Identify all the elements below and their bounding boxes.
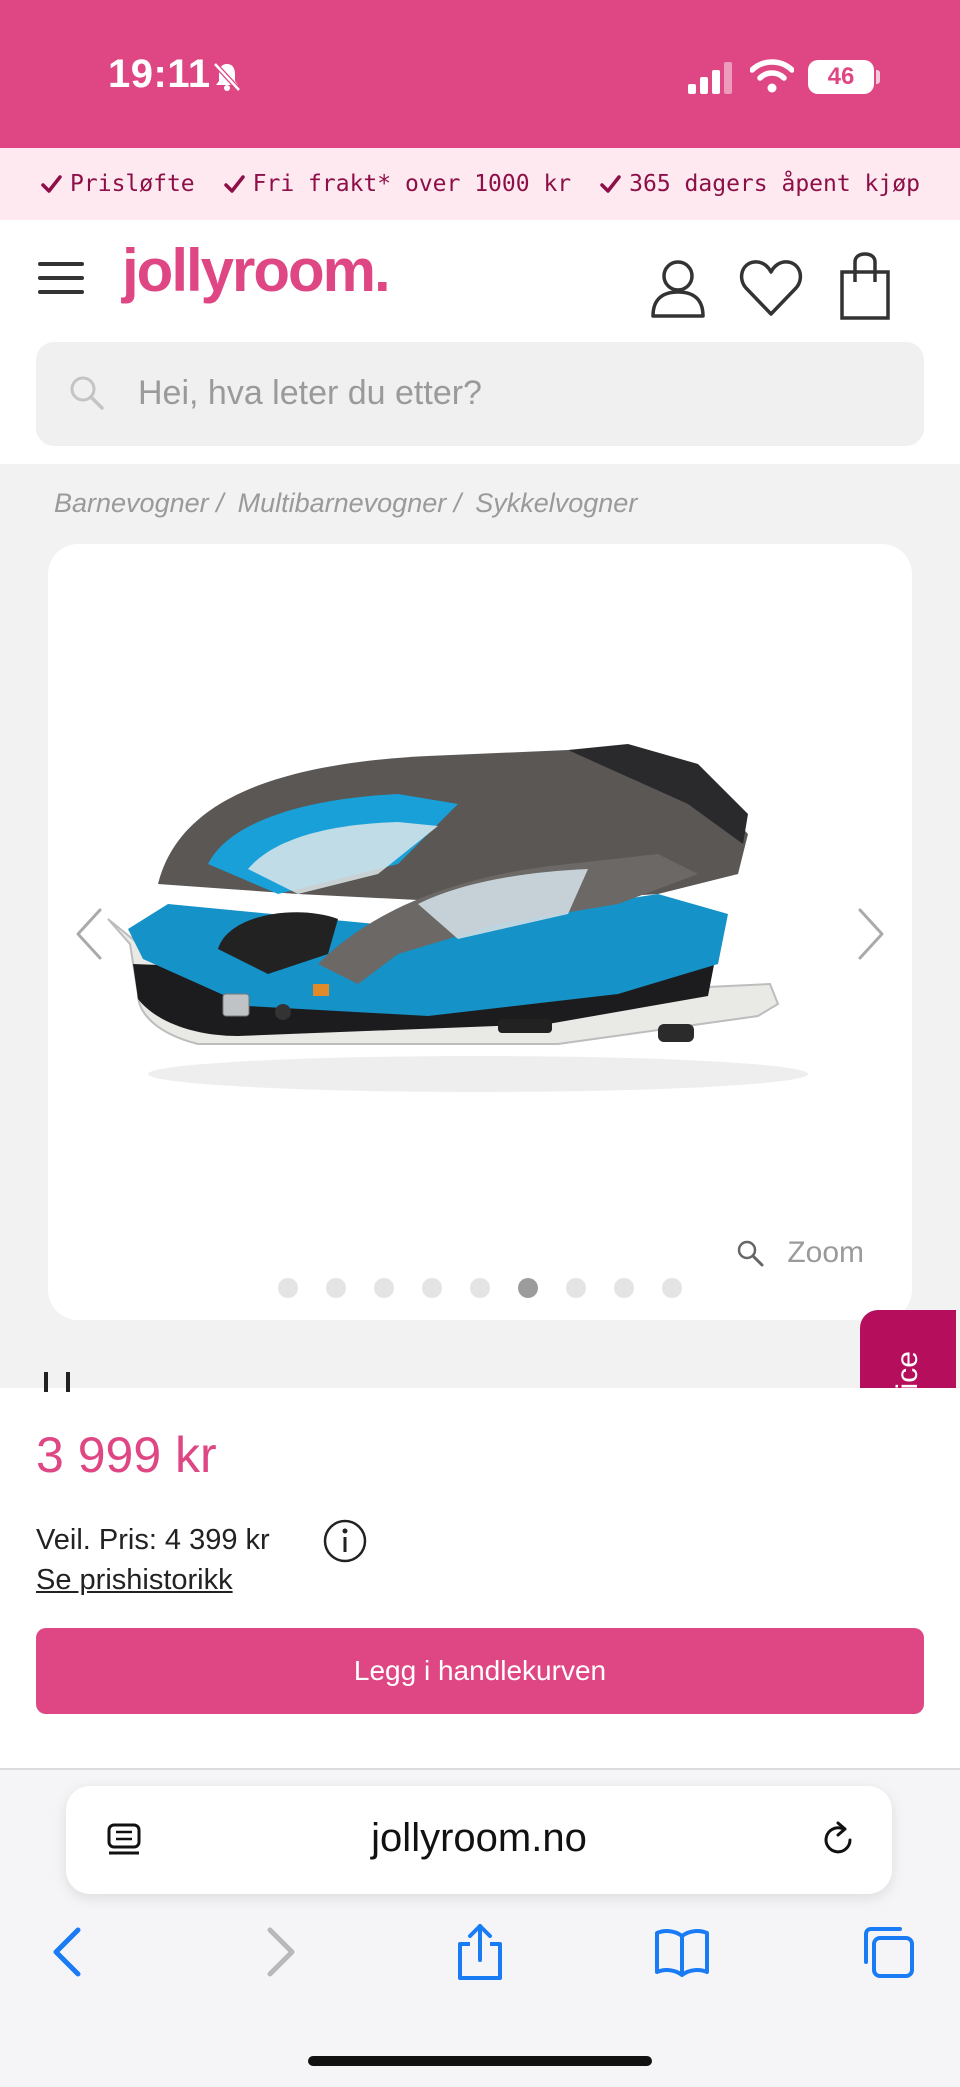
breadcrumb-item[interactable]: Barnevogner / — [54, 488, 224, 519]
status-time: 19:11 — [108, 52, 211, 96]
breadcrumb-item[interactable]: Multibarnevogner / — [238, 488, 462, 519]
magnifier-icon — [738, 1240, 764, 1267]
search-icon — [70, 376, 104, 410]
status-bar: 19:11 46 — [0, 0, 960, 148]
menu-icon[interactable] — [38, 262, 84, 298]
bookmarks-book-icon[interactable] — [654, 1924, 710, 1980]
gallery-dot[interactable] — [422, 1278, 442, 1298]
usp-bar: Prisløfte Fri frakt* over 1000 kr 365 da… — [0, 148, 960, 220]
gallery-dot[interactable] — [614, 1278, 634, 1298]
zoom-label: Zoom — [787, 1236, 864, 1269]
recommended-price: Veil. Pris: 4 399 kr — [36, 1524, 270, 1556]
back-arrow-icon[interactable] — [42, 1924, 98, 1980]
search-input[interactable]: Hei, hva leter du etter? — [36, 342, 924, 446]
wifi-icon — [750, 59, 794, 93]
gallery-dot[interactable] — [374, 1278, 394, 1298]
account-icon[interactable] — [648, 256, 708, 320]
gallery-dot[interactable] — [566, 1278, 586, 1298]
usp-label: Prisløfte — [70, 171, 195, 197]
gallery-dot[interactable] — [326, 1278, 346, 1298]
bell-muted-icon — [213, 62, 241, 92]
search-placeholder: Hei, hva leter du etter? — [138, 374, 482, 412]
tabs-icon[interactable] — [860, 1924, 916, 1980]
reload-icon[interactable] — [818, 1820, 858, 1860]
gallery-dot[interactable] — [470, 1278, 490, 1298]
address-bar[interactable]: jollyroom.no — [66, 1786, 892, 1894]
wishlist-heart-icon[interactable] — [738, 256, 804, 320]
usp-label: Fri frakt* over 1000 kr — [252, 171, 572, 197]
add-to-cart-button[interactable]: Legg i handlekurven — [36, 1628, 924, 1714]
breadcrumb: Barnevogner / Multibarnevogner / Sykkelv… — [54, 488, 637, 519]
breadcrumb-item[interactable]: Sykkelvogner — [475, 488, 637, 519]
product-gallery: Zoom — [48, 544, 912, 1320]
battery-indicator: 46 — [808, 60, 874, 94]
check-icon — [223, 175, 245, 193]
zoom-button[interactable]: Zoom — [735, 1236, 864, 1270]
check-icon — [41, 175, 62, 193]
share-icon[interactable] — [452, 1924, 508, 1980]
battery-tip — [876, 70, 880, 84]
product-price: 3 999 kr — [36, 1427, 217, 1483]
home-indicator — [308, 2056, 652, 2066]
price-history-link[interactable]: Se prishistorikk — [36, 1564, 233, 1597]
usp-item: Fri frakt* over 1000 kr — [223, 171, 572, 197]
url-text: jollyroom.no — [371, 1816, 587, 1860]
product-image-bike-trailer[interactable] — [98, 744, 868, 1104]
check-icon — [600, 175, 621, 193]
gallery-dot[interactable] — [662, 1278, 682, 1298]
usp-label: 365 dagers åpent kjøp — [629, 171, 920, 197]
gallery-dot[interactable] — [278, 1278, 298, 1298]
info-icon[interactable] — [322, 1518, 368, 1564]
gallery-dot[interactable] — [518, 1278, 538, 1298]
site-logo[interactable]: jollyroom. — [122, 236, 391, 305]
product-title-partial — [44, 1372, 104, 1392]
gallery-pagination — [48, 1278, 912, 1298]
forward-arrow-icon[interactable] — [250, 1924, 306, 1980]
usp-item: 365 dagers åpent kjøp — [599, 171, 920, 197]
shopping-bag-icon[interactable] — [838, 252, 892, 322]
cellular-signal-icon — [688, 62, 732, 94]
usp-item: Prisløfte — [40, 171, 195, 197]
